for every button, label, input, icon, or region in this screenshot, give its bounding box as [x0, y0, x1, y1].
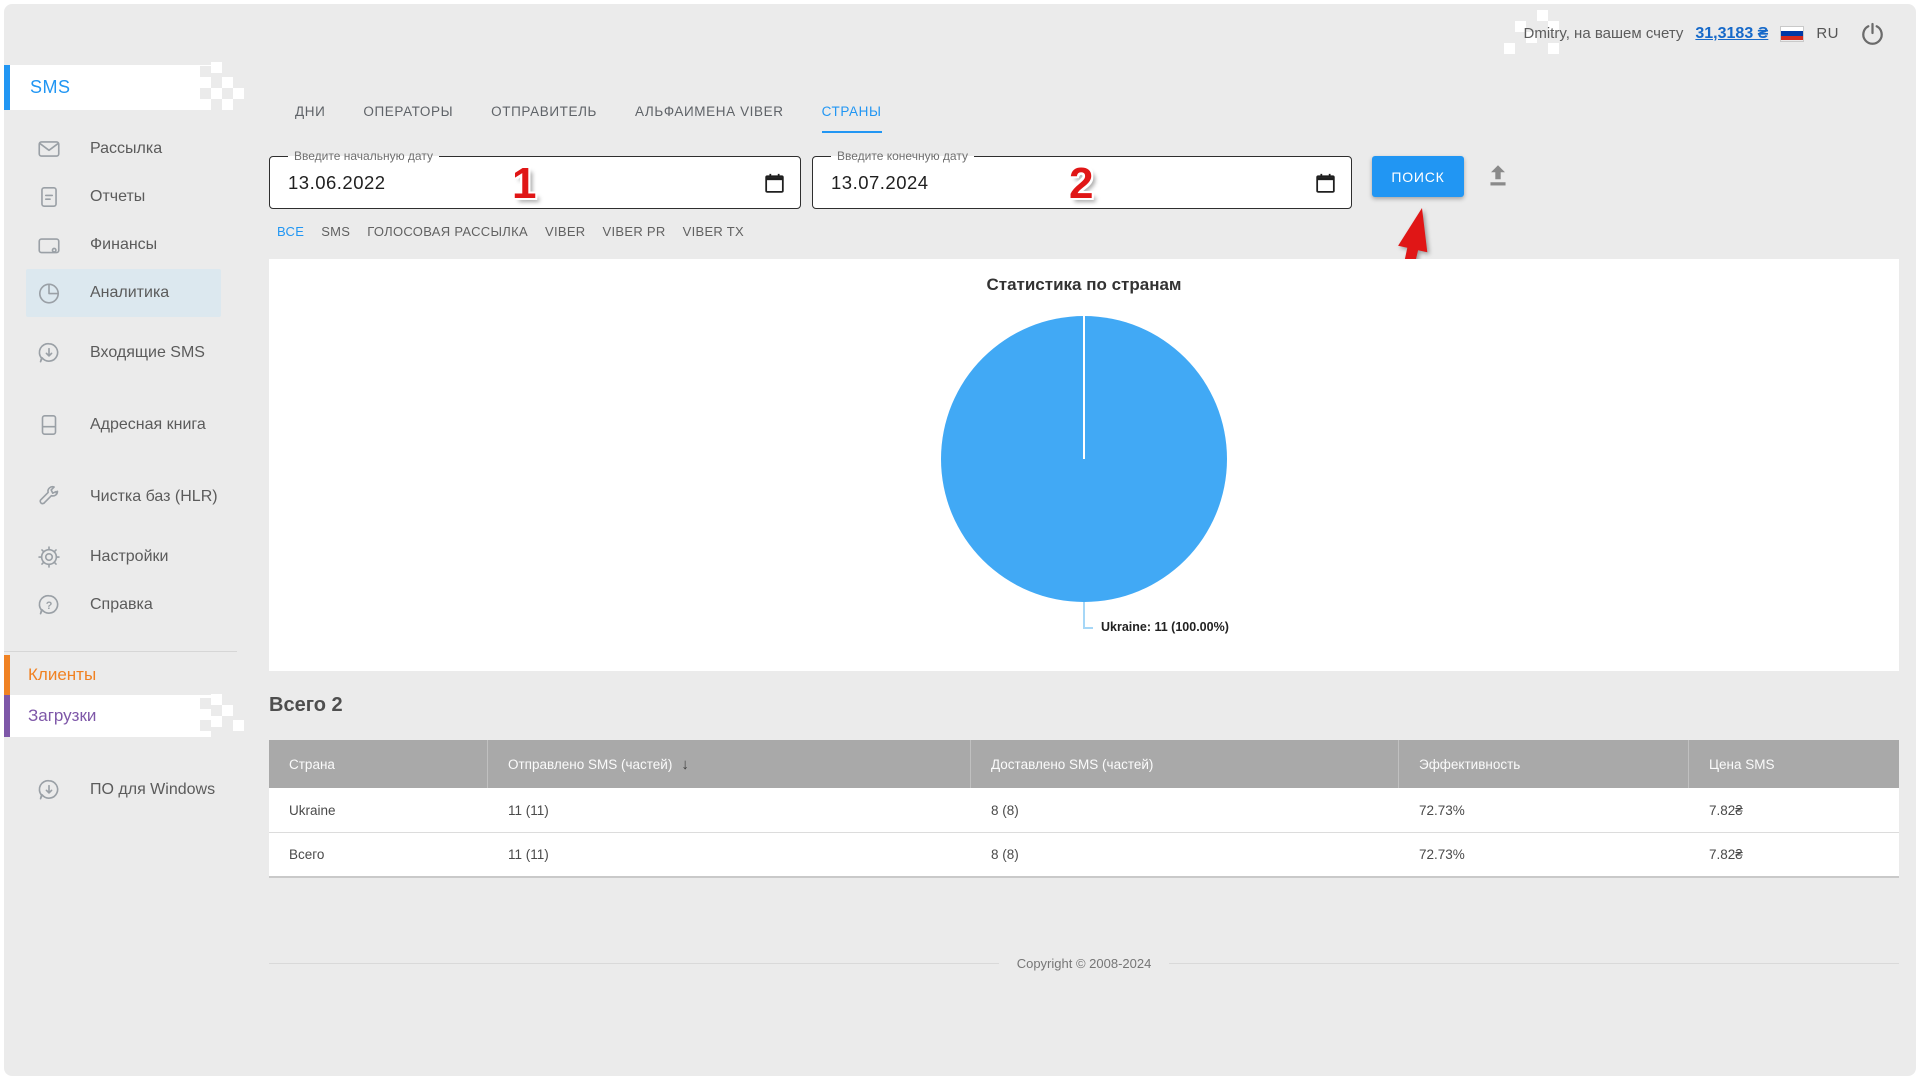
language-label[interactable]: RU	[1816, 25, 1839, 42]
pie-chart-icon	[36, 280, 62, 306]
wrench-icon	[36, 484, 62, 510]
pie-label-connector	[1083, 627, 1093, 629]
start-date-value[interactable]: 13.06.2022	[288, 157, 386, 208]
balance-link[interactable]: 31,3183 ₴	[1695, 25, 1768, 43]
column-header-otpravleno[interactable]: Отправлено SMS (частей)↓	[488, 740, 971, 788]
column-header-cena[interactable]: Цена SMS	[1689, 740, 1899, 788]
incoming-sms-icon	[36, 340, 62, 366]
column-header-strana[interactable]: Страна	[269, 740, 488, 788]
sidebar-item-analitika[interactable]: Аналитика	[26, 269, 221, 317]
accent-bar	[4, 655, 10, 695]
sidebar-item-rassylka[interactable]: Рассылка	[4, 125, 237, 173]
address-book-icon	[36, 412, 62, 438]
sidebar-section-clients[interactable]: Клиенты	[4, 655, 237, 695]
sidebar-section-downloads[interactable]: Загрузки	[4, 695, 211, 737]
sidebar-item-vhodyashchie-sms[interactable]: Входящие SMS	[4, 317, 237, 389]
sidebar-divider	[4, 651, 237, 652]
help-icon: ?	[36, 592, 62, 618]
calendar-icon[interactable]	[762, 171, 787, 196]
pixel-decoration	[200, 694, 244, 738]
channel-filters: ВСЕ SMS ГОЛОСОВАЯ РАССЫЛКА VIBER VIBER P…	[277, 224, 744, 239]
tab-operatory[interactable]: ОПЕРАТОРЫ	[363, 104, 453, 133]
tab-dni[interactable]: ДНИ	[295, 104, 325, 133]
table-header-row: Страна Отправлено SMS (частей)↓ Доставле…	[269, 740, 1899, 788]
table-row-total: Всего 11 (11) 8 (8) 72.73% 7.82₴	[269, 833, 1899, 878]
filter-golosovaya[interactable]: ГОЛОСОВАЯ РАССЫЛКА	[367, 224, 528, 239]
tab-strany[interactable]: СТРАНЫ	[822, 104, 882, 133]
pie-start-line	[1083, 316, 1085, 459]
power-icon	[1859, 20, 1886, 47]
report-icon	[36, 184, 62, 210]
user-bar: Dmitry, на вашем счету 31,3183 ₴ RU	[1524, 20, 1887, 47]
pie-label-connector	[1083, 602, 1085, 629]
calendar-icon[interactable]	[1313, 171, 1338, 196]
pixel-decoration	[200, 62, 244, 110]
sidebar-title: SMS	[30, 77, 71, 98]
sidebar-item-po-dlya-windows[interactable]: ПО для Windows	[4, 754, 237, 826]
table-row-ukraine: Ukraine 11 (11) 8 (8) 72.73% 7.82₴	[269, 788, 1899, 833]
wallet-icon	[36, 232, 62, 258]
filter-viber-tx[interactable]: VIBER TX	[683, 224, 744, 239]
copyright-text: Copyright © 2008-2024	[1017, 956, 1152, 971]
column-header-dostavleno[interactable]: Доставлено SMS (частей)	[971, 740, 1399, 788]
sidebar-item-otchety[interactable]: Отчеты	[4, 173, 237, 221]
upload-icon	[1484, 162, 1512, 190]
sidebar-section-sms[interactable]: SMS	[4, 65, 211, 110]
step-annotation-1: 1	[512, 159, 536, 209]
sidebar: SMS Рассылка Отчеты Финансы	[4, 4, 237, 1076]
sidebar-item-nastroyki[interactable]: Настройки	[4, 533, 237, 581]
filter-viber[interactable]: VIBER	[545, 224, 586, 239]
screenshot-frame: Dmitry, на вашем счету 31,3183 ₴ RU SMS	[0, 0, 1920, 1080]
sidebar-item-adresnaya-kniga[interactable]: Адресная книга	[4, 389, 237, 461]
envelope-icon	[36, 136, 62, 162]
chart-title: Статистика по странам	[269, 275, 1899, 295]
filter-sms[interactable]: SMS	[321, 224, 350, 239]
country-stats-table: Страна Отправлено SMS (частей)↓ Доставле…	[269, 740, 1899, 878]
tab-alfaimena-viber[interactable]: АЛЬФАИМЕНА VIBER	[635, 104, 784, 133]
column-header-effektivnost[interactable]: Эффективность	[1399, 740, 1689, 788]
end-date-value[interactable]: 13.07.2024	[831, 157, 929, 208]
svg-text:?: ?	[46, 600, 53, 612]
footer: Copyright © 2008-2024	[269, 956, 1899, 971]
total-count-heading: Всего 2	[269, 694, 343, 717]
accent-bar	[4, 65, 10, 110]
filter-vse[interactable]: ВСЕ	[277, 224, 304, 239]
gear-icon	[36, 544, 62, 570]
download-software-icon	[36, 777, 62, 803]
search-button[interactable]: ПОИСК	[1372, 156, 1464, 197]
app-root: Dmitry, на вашем счету 31,3183 ₴ RU SMS	[4, 4, 1916, 1076]
logout-button[interactable]	[1859, 20, 1886, 47]
sidebar-item-spravka[interactable]: ? Справка	[4, 581, 237, 629]
analytics-tabs: ДНИ ОПЕРАТОРЫ ОТПРАВИТЕЛЬ АЛЬФАИМЕНА VIB…	[295, 104, 882, 133]
pie-data-label: Ukraine: 11 (100.00%)	[1101, 620, 1229, 634]
flag-icon[interactable]	[1780, 26, 1804, 42]
user-greeting: Dmitry, на вашем счету	[1524, 25, 1684, 42]
country-stats-chart: Статистика по странам Ukraine: 11 (100.0…	[269, 259, 1899, 671]
accent-bar	[4, 695, 10, 737]
sidebar-item-chistka-baz-hlr[interactable]: Чистка баз (HLR)	[4, 461, 237, 533]
step-annotation-2: 2	[1069, 159, 1093, 209]
sidebar-item-finansy[interactable]: Финансы	[4, 221, 237, 269]
export-button[interactable]	[1484, 162, 1512, 193]
sort-desc-icon: ↓	[681, 756, 689, 773]
divider	[1169, 963, 1899, 964]
tab-otpravitel[interactable]: ОТПРАВИТЕЛЬ	[491, 104, 597, 133]
divider	[269, 963, 999, 964]
filter-viber-pr[interactable]: VIBER PR	[603, 224, 666, 239]
